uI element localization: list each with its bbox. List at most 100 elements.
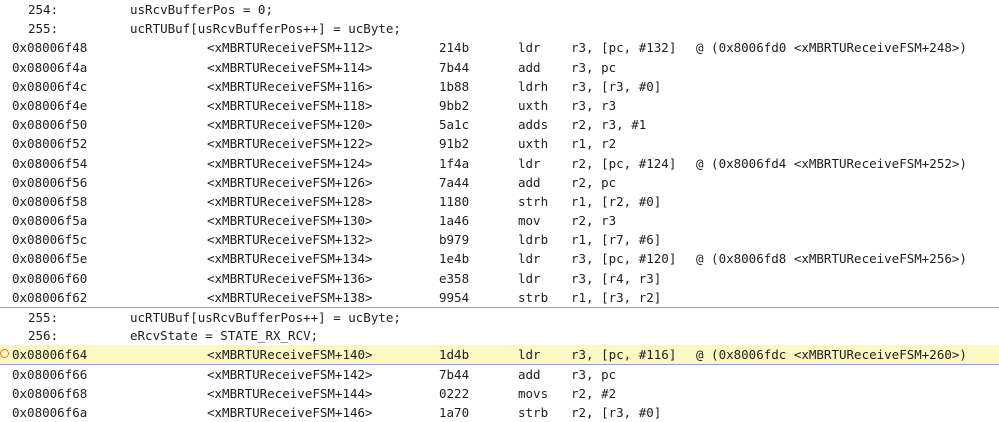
source-line-row[interactable]: 255: ucRTUBuf[usRcvBufferPos++] = ucByte;: [0, 307, 999, 326]
instruction-mnemonic: ldr: [518, 251, 541, 267]
instruction-mnemonic: ldrh: [518, 78, 549, 94]
instruction-symbol: <xMBRTUReceiveFSM+112>: [207, 40, 373, 56]
instruction-row[interactable]: 0x08006f60 <xMBRTUReceiveFSM+136> e358 ldr r…: [0, 269, 999, 288]
disassembly-view: 254: usRcvBufferPos = 0; 255: ucRTUBuf[usRc…: [0, 0, 999, 422]
instruction-address: 0x08006f52: [12, 136, 88, 152]
instruction-operands: r1, r2: [571, 136, 617, 152]
instruction-mnemonic: add: [518, 366, 541, 382]
instruction-opcode: 1b88: [439, 78, 470, 94]
instruction-mnemonic: movs: [518, 385, 549, 401]
instruction-operands: r2, [r3, #0]: [571, 404, 662, 420]
instruction-opcode: 9954: [439, 289, 470, 305]
instruction-row[interactable]: 0x08006f68 <xMBRTUReceiveFSM+144> 0222 movs…: [0, 384, 999, 403]
instruction-operands: r1, [r2, #0]: [571, 193, 662, 209]
instruction-mnemonic: strb: [518, 289, 549, 305]
instruction-row[interactable]: 0x08006f58 <xMBRTUReceiveFSM+128> 1180 strh…: [0, 192, 999, 211]
instruction-mnemonic: ldr: [518, 270, 541, 286]
instruction-row[interactable]: 0x08006f52 <xMBRTUReceiveFSM+122> 91b2 uxth…: [0, 134, 999, 153]
instruction-opcode: 1180: [439, 193, 470, 209]
instruction-address: 0x08006f64: [12, 347, 88, 363]
instruction-mnemonic: ldrb: [518, 232, 549, 248]
instruction-row[interactable]: 0x08006f6a <xMBRTUReceiveFSM+146> 1a70 strb…: [0, 403, 999, 422]
instruction-row[interactable]: 0x08006f5c <xMBRTUReceiveFSM+132> b979 ldrb…: [0, 230, 999, 249]
instruction-symbol: <xMBRTUReceiveFSM+140>: [207, 347, 373, 363]
instruction-opcode: e358: [439, 270, 470, 286]
instruction-operands: r1, [r3, r2]: [571, 289, 662, 305]
instruction-row[interactable]: 0x08006f48 <xMBRTUReceiveFSM+112> 214b ldr r…: [0, 38, 999, 57]
instruction-address: 0x08006f5a: [12, 213, 88, 229]
instruction-operands: r3, pc: [571, 59, 617, 75]
instruction-opcode: 91b2: [439, 136, 470, 152]
instruction-address: 0x08006f48: [12, 40, 88, 56]
instruction-address: 0x08006f6a: [12, 404, 88, 420]
source-line-row[interactable]: 256: eRcvState = STATE_RX_RCV;: [0, 326, 999, 345]
instruction-opcode: b979: [439, 232, 470, 248]
instruction-mnemonic: adds: [518, 117, 549, 133]
instruction-address: 0x08006f50: [12, 117, 88, 133]
instruction-symbol: <xMBRTUReceiveFSM+132>: [207, 232, 373, 248]
instruction-mnemonic: ldr: [518, 155, 541, 171]
instruction-opcode: 1d4b: [439, 347, 470, 363]
source-line-row[interactable]: 254: usRcvBufferPos = 0;: [0, 0, 999, 19]
instruction-operands: r3, r3: [571, 97, 617, 113]
instruction-symbol: <xMBRTUReceiveFSM+122>: [207, 136, 373, 152]
instruction-opcode: 1f4a: [439, 155, 470, 171]
instruction-symbol: <xMBRTUReceiveFSM+128>: [207, 193, 373, 209]
instruction-symbol: <xMBRTUReceiveFSM+136>: [207, 270, 373, 286]
instruction-comment: @ (0x8006fd4 <xMBRTUReceiveFSM+252>): [696, 155, 967, 171]
instruction-row[interactable]: 0x08006f5e <xMBRTUReceiveFSM+134> 1e4b ldr r…: [0, 249, 999, 268]
instruction-address: 0x08006f66: [12, 366, 88, 382]
instruction-address: 0x08006f62: [12, 289, 88, 305]
instruction-operands: r3, [r4, r3]: [571, 270, 662, 286]
instruction-symbol: <xMBRTUReceiveFSM+124>: [207, 155, 373, 171]
instruction-row[interactable]: 0x08006f5a <xMBRTUReceiveFSM+130> 1a46 mov r…: [0, 211, 999, 230]
instruction-operands: r3, [pc, #116]: [571, 347, 677, 363]
instruction-comment: @ (0x8006fd0 <xMBRTUReceiveFSM+248>): [696, 40, 967, 56]
instruction-row[interactable]: 0x08006f54 <xMBRTUReceiveFSM+124> 1f4a ldr r…: [0, 154, 999, 173]
instruction-comment: @ (0x8006fd8 <xMBRTUReceiveFSM+256>): [696, 251, 967, 267]
instruction-row[interactable]: 0x08006f4e <xMBRTUReceiveFSM+118> 9bb2 uxth…: [0, 96, 999, 115]
instruction-symbol: <xMBRTUReceiveFSM+146>: [207, 404, 373, 420]
instruction-symbol: <xMBRTUReceiveFSM+134>: [207, 251, 373, 267]
instruction-mnemonic: uxth: [518, 136, 549, 152]
source-line-row[interactable]: 255: ucRTUBuf[usRcvBufferPos++] = ucByte;: [0, 19, 999, 38]
current-instruction-row[interactable]: 0x08006f64 <xMBRTUReceiveFSM+140> 1d4b ldr r…: [0, 345, 999, 365]
instruction-operands: r2, #2: [571, 385, 617, 401]
instruction-row[interactable]: 0x08006f66 <xMBRTUReceiveFSM+142> 7b44 add r…: [0, 365, 999, 384]
instruction-address: 0x08006f60: [12, 270, 88, 286]
source-line-number: 255:: [28, 310, 59, 325]
instruction-row[interactable]: 0x08006f4c <xMBRTUReceiveFSM+116> 1b88 ldrh…: [0, 77, 999, 96]
instruction-operands: r2, [pc, #124]: [571, 155, 677, 171]
instruction-row[interactable]: 0x08006f50 <xMBRTUReceiveFSM+120> 5a1c adds…: [0, 115, 999, 134]
instruction-row[interactable]: 0x08006f56 <xMBRTUReceiveFSM+126> 7a44 add r…: [0, 173, 999, 192]
instruction-opcode: 9bb2: [439, 97, 470, 113]
instruction-address: 0x08006f5c: [12, 232, 88, 248]
instruction-opcode: 1a70: [439, 404, 470, 420]
source-code-text: usRcvBufferPos = 0;: [130, 2, 273, 17]
instruction-address: 0x08006f56: [12, 174, 88, 190]
source-code-text: ucRTUBuf[usRcvBufferPos++] = ucByte;: [130, 21, 401, 37]
instruction-symbol: <xMBRTUReceiveFSM+130>: [207, 213, 373, 229]
instruction-mnemonic: mov: [518, 213, 541, 229]
instruction-address: 0x08006f4e: [12, 97, 88, 113]
instruction-symbol: <xMBRTUReceiveFSM+144>: [207, 385, 373, 401]
instruction-opcode: 7a44: [439, 174, 470, 190]
instruction-symbol: <xMBRTUReceiveFSM+142>: [207, 366, 373, 382]
instruction-symbol: <xMBRTUReceiveFSM+114>: [207, 59, 373, 75]
instruction-address: 0x08006f4a: [12, 59, 88, 75]
instruction-address: 0x08006f5e: [12, 251, 88, 267]
instruction-mnemonic: strb: [518, 404, 549, 420]
instruction-opcode: 7b44: [439, 59, 470, 75]
instruction-operands: r3, [pc, #132]: [571, 40, 677, 56]
instruction-address: 0x08006f58: [12, 193, 88, 209]
instruction-row[interactable]: 0x08006f4a <xMBRTUReceiveFSM+114> 7b44 add r…: [0, 58, 999, 77]
instruction-operands: r2, r3, #1: [571, 117, 647, 133]
instruction-address: 0x08006f68: [12, 385, 88, 401]
instruction-operands: r2, pc: [571, 174, 617, 190]
instruction-mnemonic: uxth: [518, 97, 549, 113]
instruction-opcode: 0222: [439, 385, 470, 401]
instruction-row[interactable]: 0x08006f62 <xMBRTUReceiveFSM+138> 9954 strb…: [0, 288, 999, 307]
instruction-mnemonic: ldr: [518, 347, 541, 363]
instruction-opcode: 1a46: [439, 213, 470, 229]
instruction-opcode: 5a1c: [439, 117, 470, 133]
